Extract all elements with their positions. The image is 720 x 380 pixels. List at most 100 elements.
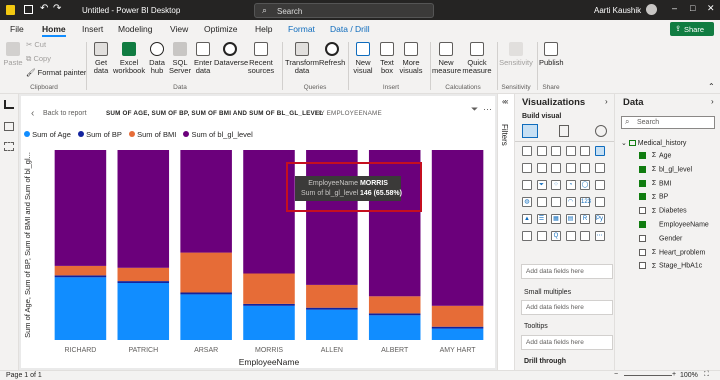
- enter-data-button[interactable]: Enter data: [192, 42, 214, 75]
- excel-workbook-button[interactable]: Excel workbook: [113, 42, 145, 75]
- matrix-icon[interactable]: ▤: [565, 214, 576, 224]
- field-item[interactable]: Σ Heart_problem: [639, 248, 705, 256]
- values-drop-zone[interactable]: Add data fields here: [521, 264, 613, 279]
- quick-measure-button[interactable]: Quick measure: [461, 42, 493, 75]
- field-checkbox[interactable]: [639, 165, 646, 173]
- map-icon[interactable]: ◍: [522, 197, 532, 207]
- data-search-input[interactable]: ⌕ Search: [621, 116, 715, 129]
- legend-item[interactable]: Sum of BMI: [129, 130, 176, 139]
- pie-icon[interactable]: ◔: [565, 180, 576, 190]
- back-arrow-icon[interactable]: ‹: [31, 108, 34, 119]
- bar-segment[interactable]: [306, 309, 358, 340]
- decomposition-tree-icon[interactable]: [536, 231, 547, 241]
- stacked-column-icon[interactable]: [536, 146, 547, 156]
- sensitivity-button[interactable]: Sensitivity: [499, 42, 533, 67]
- bar-segment[interactable]: [54, 277, 107, 340]
- field-item[interactable]: Gender: [639, 234, 682, 242]
- line-stacked-column-icon[interactable]: [565, 163, 576, 173]
- menu-data-drill[interactable]: Data / Drill: [330, 24, 370, 34]
- back-to-report-link[interactable]: Back to report: [43, 110, 87, 117]
- line-icon[interactable]: [522, 163, 532, 173]
- paste-button[interactable]: Paste: [3, 42, 23, 67]
- bar-segment[interactable]: [54, 275, 107, 278]
- treemap-icon[interactable]: [594, 180, 605, 190]
- table-icon[interactable]: ▦: [551, 214, 561, 224]
- table-view-icon[interactable]: [4, 122, 14, 131]
- bar-segment[interactable]: [368, 296, 421, 314]
- collapse-ribbon-icon[interactable]: ⌃: [708, 82, 715, 91]
- bar-segment[interactable]: [431, 305, 484, 327]
- build-visual-tab[interactable]: [522, 124, 538, 138]
- bar-segment[interactable]: [117, 150, 170, 268]
- donut-icon[interactable]: ◯: [580, 180, 590, 190]
- waterfall-icon[interactable]: [522, 180, 532, 190]
- table-medical-history[interactable]: ⌄ Medical_history: [621, 139, 686, 147]
- field-checkbox[interactable]: [639, 179, 646, 187]
- field-item[interactable]: Σ Diabetes: [639, 207, 687, 215]
- zoom-slider[interactable]: [624, 375, 672, 376]
- data-hub-button[interactable]: Data hub: [146, 42, 168, 75]
- field-item[interactable]: Σ BMI: [639, 179, 671, 187]
- legend-item[interactable]: Sum of BP: [77, 130, 122, 139]
- bar-segment[interactable]: [431, 326, 484, 329]
- filled-map-icon[interactable]: [536, 197, 547, 207]
- fit-page-icon[interactable]: ⛶: [704, 371, 709, 379]
- search-box[interactable]: ⌕ Search: [254, 3, 434, 18]
- tooltips-drop-zone[interactable]: Add data fields here: [521, 335, 613, 350]
- expand-viz-icon[interactable]: ›: [605, 97, 608, 106]
- zoom-out-icon[interactable]: −: [614, 371, 618, 378]
- python-visual-icon[interactable]: Py: [594, 214, 605, 224]
- clustered-column-icon[interactable]: [565, 146, 576, 156]
- 100-bar-icon[interactable]: [580, 146, 590, 156]
- field-item[interactable]: EmployeeName: [639, 221, 709, 228]
- qa-icon[interactable]: Q: [551, 231, 561, 241]
- gauge-icon[interactable]: ◠: [565, 197, 576, 207]
- transform-data-button[interactable]: Transform data: [285, 42, 319, 75]
- more-options-icon[interactable]: ⋯: [483, 104, 492, 115]
- field-checkbox[interactable]: [639, 152, 646, 159]
- bar-segment[interactable]: [368, 315, 421, 340]
- report-view-icon[interactable]: [4, 100, 14, 109]
- menu-view[interactable]: View: [170, 24, 188, 34]
- line-clustered-column-icon[interactable]: [580, 163, 590, 173]
- bar-segment[interactable]: [117, 281, 170, 283]
- legend-item[interactable]: Sum of bl_gl_level: [183, 130, 253, 139]
- text-box-button[interactable]: Text box: [376, 42, 398, 75]
- field-checkbox[interactable]: [639, 248, 646, 256]
- bar-segment[interactable]: [243, 305, 295, 340]
- funnel-icon[interactable]: ⏷: [536, 180, 547, 190]
- multi-row-card-icon[interactable]: [594, 197, 605, 207]
- stacked-bar-chart[interactable]: Sum of Age, Sum of BP, Sum of BMI and Su…: [21, 142, 495, 368]
- scatter-icon[interactable]: ⁘: [551, 180, 561, 190]
- format-visual-icon[interactable]: [559, 125, 569, 137]
- undo-icon[interactable]: ↶: [40, 3, 48, 14]
- expand-data-icon[interactable]: ›: [711, 97, 714, 106]
- filters-label[interactable]: Filters: [500, 124, 509, 146]
- close-icon[interactable]: ✕: [707, 3, 715, 14]
- zoom-in-icon[interactable]: +: [672, 371, 676, 378]
- bar-segment[interactable]: [117, 283, 170, 340]
- ribbon-icon[interactable]: [594, 163, 605, 173]
- menu-help[interactable]: Help: [255, 24, 272, 34]
- key-influencers-icon[interactable]: [522, 231, 532, 241]
- field-checkbox[interactable]: [639, 234, 646, 242]
- publish-button[interactable]: Publish: [539, 42, 564, 67]
- slicer-icon[interactable]: ☰: [536, 214, 547, 224]
- narrative-icon[interactable]: [565, 231, 576, 241]
- recent-sources-button[interactable]: Recent sources: [246, 42, 276, 75]
- field-checkbox[interactable]: [639, 207, 646, 215]
- sql-server-button[interactable]: SQL Server: [169, 42, 191, 75]
- menu-modeling[interactable]: Modeling: [118, 24, 153, 34]
- legend-item[interactable]: Sum of Age: [24, 130, 71, 139]
- copy-button[interactable]: ⧉ Copy: [26, 55, 51, 63]
- user-name[interactable]: Aarti Kaushik: [594, 6, 641, 15]
- bar-segment[interactable]: [306, 307, 358, 310]
- stacked-area-icon[interactable]: [551, 163, 561, 173]
- bar-segment[interactable]: [306, 284, 358, 308]
- analytics-icon[interactable]: [595, 125, 607, 137]
- kpi-icon[interactable]: ▲: [522, 214, 532, 224]
- card-icon[interactable]: 123: [580, 197, 591, 207]
- menu-format[interactable]: Format: [288, 24, 315, 34]
- maximize-icon[interactable]: □: [690, 3, 695, 13]
- field-item[interactable]: Σ Stage_HbA1c: [639, 262, 702, 270]
